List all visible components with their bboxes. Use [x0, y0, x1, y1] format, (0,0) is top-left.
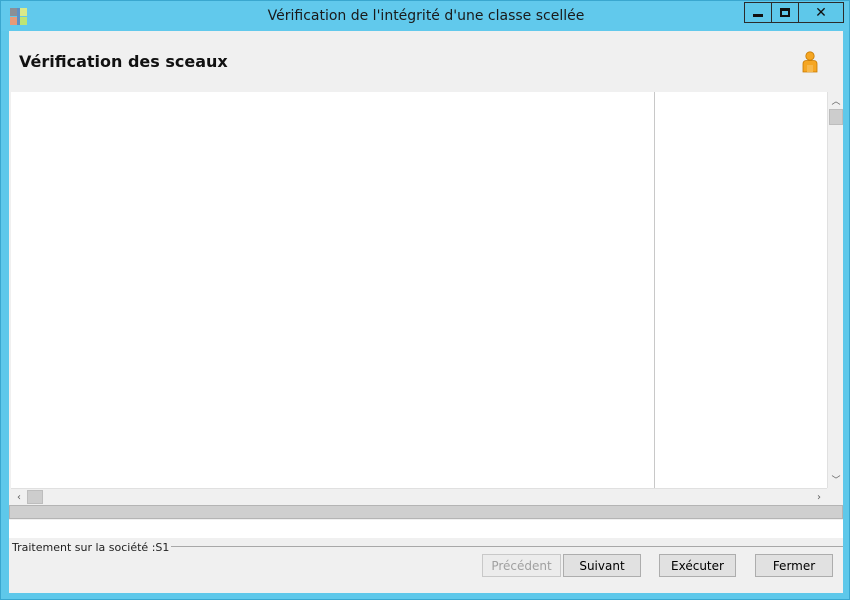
progress-bar [9, 505, 843, 519]
next-button[interactable]: Suivant [563, 554, 641, 577]
horizontal-scroll-thumb[interactable] [27, 490, 43, 504]
scroll-down-icon[interactable]: ﹀ [828, 471, 844, 488]
seal-results-list[interactable] [11, 92, 827, 488]
column-divider[interactable] [654, 92, 655, 488]
status-text: Traitement sur la société :S1 [12, 541, 172, 554]
minimize-button[interactable] [744, 2, 772, 23]
main-window: Vérification de l'intégrité d'une classe… [0, 0, 850, 600]
scroll-left-icon[interactable]: ‹ [11, 489, 27, 505]
close-button[interactable]: Fermer [755, 554, 833, 577]
header-band: Vérification des sceaux [9, 31, 843, 91]
status-separator [149, 546, 843, 547]
scroll-right-icon[interactable]: › [811, 489, 827, 505]
message-area [9, 520, 843, 538]
title-bar[interactable]: Vérification de l'intégrité d'une classe… [1, 1, 849, 31]
minimize-icon [753, 14, 763, 17]
scroll-up-icon[interactable]: ︿ [828, 92, 844, 109]
maximize-icon [780, 8, 790, 17]
vertical-scroll-thumb[interactable] [829, 109, 843, 125]
window-title: Vérification de l'intégrité d'une classe… [267, 8, 585, 24]
previous-button[interactable]: Précédent [482, 554, 561, 577]
horizontal-scrollbar[interactable]: ‹ › [11, 488, 827, 504]
dialog-client-area: Vérification des sceaux ︿ ﹀ ‹ › Traiteme [9, 31, 843, 593]
close-icon: ✕ [815, 4, 827, 21]
vertical-scrollbar[interactable]: ︿ ﹀ [827, 92, 843, 488]
close-window-button[interactable]: ✕ [798, 2, 844, 23]
execute-button[interactable]: Exécuter [659, 554, 736, 577]
maximize-button[interactable] [771, 2, 799, 23]
page-title: Vérification des sceaux [19, 52, 228, 71]
user-icon [802, 51, 818, 73]
